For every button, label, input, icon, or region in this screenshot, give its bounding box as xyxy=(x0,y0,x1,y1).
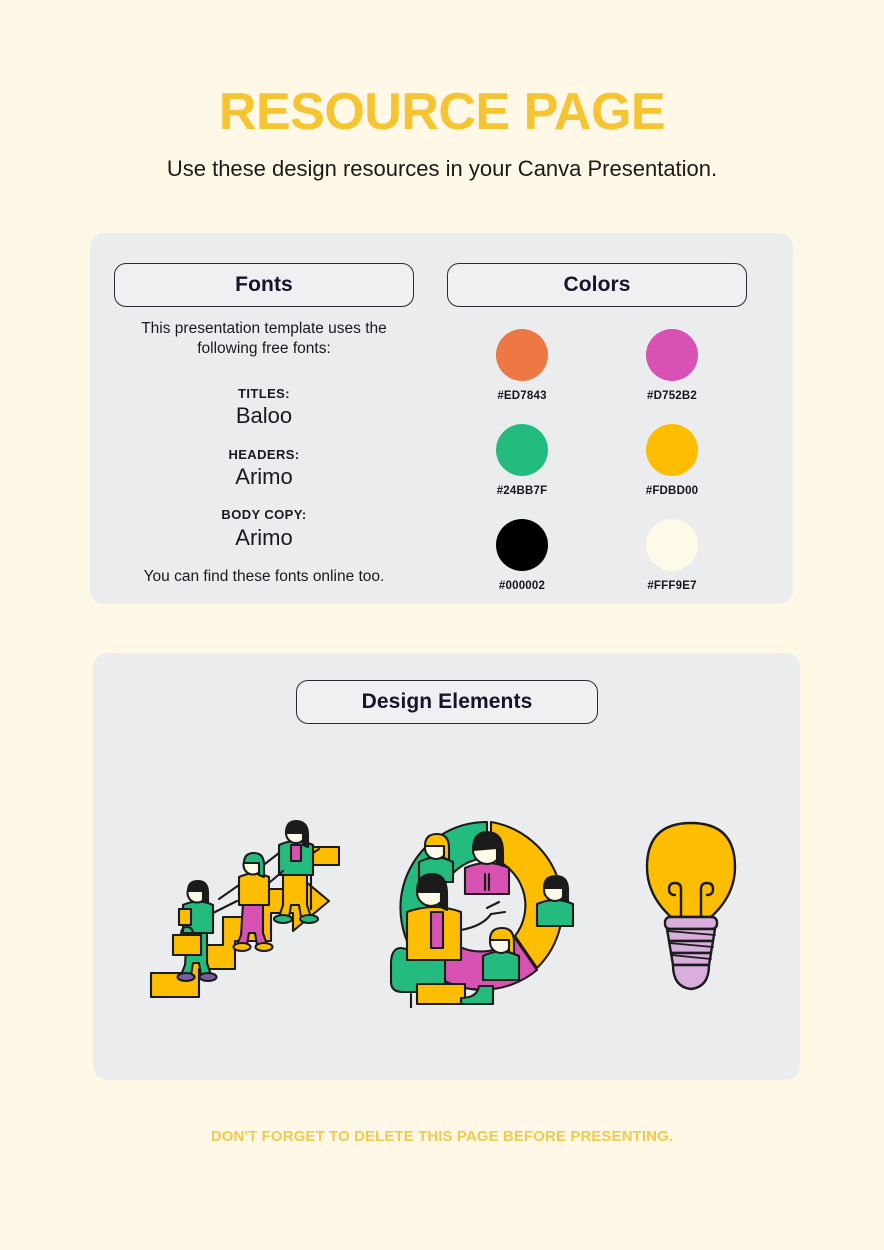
color-swatch-dot-cream xyxy=(646,519,698,571)
fonts-content: This presentation template uses the foll… xyxy=(114,319,414,586)
color-swatch: #FFF9E7 xyxy=(597,519,747,592)
color-swatch: #D752B2 xyxy=(597,329,747,402)
font-entry-titles-name: Baloo xyxy=(235,403,293,429)
lightbulb-idea-illustration xyxy=(645,821,736,991)
color-swatch-hex: #24BB7F xyxy=(496,485,548,497)
font-entry-headers: HEADERS: Arimo xyxy=(114,447,414,491)
fonts-section-header: Fonts xyxy=(114,263,414,307)
color-swatch-hex: #FFF9E7 xyxy=(647,580,697,592)
resource-page: RESOURCE PAGE Use these design resources… xyxy=(0,0,884,1250)
color-swatch: #FDBD00 xyxy=(597,424,747,497)
page-title: RESOURCE PAGE xyxy=(218,83,666,141)
color-swatch-hex: #D752B2 xyxy=(647,390,697,402)
font-entry-body-name: Arimo xyxy=(235,524,293,550)
color-swatch: #24BB7F xyxy=(447,424,597,497)
font-entry-headers-label: HEADERS: xyxy=(228,446,300,462)
font-entry-body-label: BODY COPY: xyxy=(221,507,307,523)
page-subtitle: Use these design resources in your Canva… xyxy=(166,156,718,181)
color-swatch-hex: #000002 xyxy=(498,580,546,592)
color-swatch: #ED7843 xyxy=(447,329,597,402)
colors-section-header: Colors xyxy=(447,263,747,307)
color-swatch-dot-orange xyxy=(496,329,548,381)
font-entry-titles: TITLES: Baloo xyxy=(114,386,414,430)
design-elements-section-header: Design Elements xyxy=(296,680,598,724)
colors-grid: #ED7843 #D752B2 #24BB7F #FDBD00 #000002 … xyxy=(447,329,747,592)
font-entry-headers-name: Arimo xyxy=(235,463,293,489)
delete-page-reminder: DON'T FORGET TO DELETE THIS PAGE BEFORE … xyxy=(210,1128,674,1145)
color-swatch: #000002 xyxy=(447,519,597,592)
team-collaboration-circle-illustration xyxy=(389,820,574,1008)
font-entry-body: BODY COPY: Arimo xyxy=(114,507,414,551)
color-swatch-dot-black xyxy=(496,519,548,571)
design-elements-row xyxy=(93,783,800,1033)
fonts-outro-text: You can find these fonts online too. xyxy=(143,568,385,586)
color-swatch-hex: #FDBD00 xyxy=(645,485,699,497)
people-climbing-growth-arrow-illustration xyxy=(149,819,340,999)
color-swatch-dot-magenta xyxy=(646,329,698,381)
fonts-and-colors-panel: Fonts This presentation template uses th… xyxy=(90,233,793,604)
color-swatch-dot-yellow xyxy=(646,424,698,476)
font-entry-titles-label: TITLES: xyxy=(238,385,290,401)
color-swatch-dot-green xyxy=(496,424,548,476)
design-elements-panel: Design Elements xyxy=(93,653,800,1080)
fonts-intro-text: This presentation template uses the foll… xyxy=(141,320,387,358)
color-swatch-hex: #ED7843 xyxy=(497,390,547,402)
